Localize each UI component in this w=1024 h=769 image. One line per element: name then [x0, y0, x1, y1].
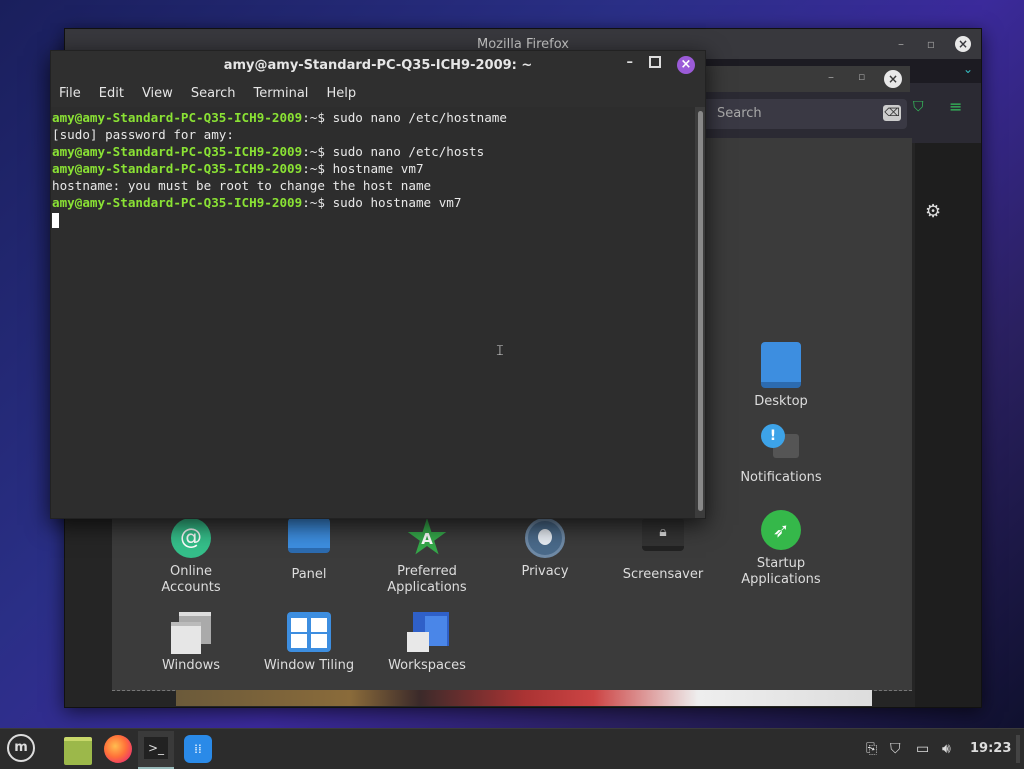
search-placeholder: Search [717, 106, 762, 121]
settings-tile-windows[interactable]: Windows [136, 612, 246, 674]
tile-label: Privacy [521, 564, 569, 579]
tile-label: Screensaver [622, 567, 704, 582]
terminal-menubar: File Edit View Search Terminal Help [51, 79, 705, 107]
terminal-launcher[interactable]: >_ [138, 731, 174, 769]
terminal-line: amy@amy-Standard-PC-Q35-ICH9-2009:~$ sud… [52, 195, 462, 210]
window-tiling-icon [287, 612, 331, 652]
text-cursor [52, 213, 59, 228]
mint-logo-icon: m [7, 734, 35, 762]
notifications-icon: ! [761, 424, 801, 464]
tile-label: Window Tiling [263, 658, 355, 673]
terminal-line: amy@amy-Standard-PC-Q35-ICH9-2009:~$ sud… [52, 110, 507, 125]
files-launcher[interactable] [60, 731, 96, 767]
menu-file[interactable]: File [59, 86, 81, 101]
settings-tile-window-tiling[interactable]: Window Tiling [254, 612, 364, 674]
taskbar: m >_ ⁞⁞ ⎘ ⛉ ▭ 🔊︎ 19:23 [0, 728, 1024, 769]
terminal-output[interactable]: amy@amy-Standard-PC-Q35-ICH9-2009:~$ sud… [51, 107, 695, 518]
firefox-sidebar: ⚙ [915, 143, 981, 707]
shield-icon[interactable]: ⛉ [913, 99, 924, 115]
search-input[interactable]: ⌕ Search ⌫ [695, 99, 907, 129]
show-desktop-button[interactable] [1016, 735, 1020, 763]
online-accounts-icon: @ [171, 518, 211, 558]
workspaces-icon [407, 612, 449, 652]
minimize-icon[interactable]: – [893, 36, 909, 52]
terminal-title: amy@amy-Standard-PC-Q35-ICH9-2009: ~ [223, 57, 533, 73]
privacy-icon [525, 518, 565, 558]
tile-label: Desktop [754, 394, 808, 409]
settings-launcher[interactable]: ⁞⁞ [180, 731, 216, 767]
close-icon[interactable]: × [677, 56, 695, 74]
mint-menu-button[interactable]: m [4, 731, 40, 767]
wallpaper-strip [176, 690, 872, 706]
tile-label: Workspaces [388, 658, 466, 673]
clear-icon[interactable]: ⌫ [883, 105, 901, 121]
settings-tile-desktop[interactable]: Desktop [726, 342, 836, 410]
network-icon[interactable]: ▭ [916, 741, 929, 757]
minimize-icon[interactable]: – [828, 70, 834, 84]
tile-label: Panel [291, 567, 327, 582]
menu-view[interactable]: View [142, 86, 173, 101]
update-icon[interactable]: ⎘ [866, 741, 877, 757]
settings-tile-online-accounts[interactable]: @ Online Accounts [136, 518, 246, 596]
firefox-launcher[interactable] [100, 731, 136, 767]
settings-tile-workspaces[interactable]: Workspaces [372, 612, 482, 674]
volume-icon[interactable]: 🔊︎ [942, 741, 951, 757]
panel-icon [288, 518, 330, 553]
settings-tile-privacy[interactable]: Privacy [490, 518, 600, 580]
terminal-line: [sudo] password for amy: [52, 127, 234, 142]
settings-titlebar: – ▫ × [704, 66, 910, 92]
rocket-icon: ➶ [761, 510, 801, 550]
screensaver-icon: 🔒︎ [642, 518, 684, 551]
settings-tile-screensaver[interactable]: 🔒︎ Screensaver [608, 518, 718, 583]
clock[interactable]: 19:23 [970, 741, 1011, 756]
settings-tile-preferred-applications[interactable]: A Preferred Applications [372, 518, 482, 596]
close-icon[interactable]: × [884, 70, 902, 88]
menu-search[interactable]: Search [191, 86, 236, 101]
maximize-icon[interactable] [649, 56, 661, 68]
terminal-icon: >_ [144, 737, 168, 759]
menu-icon[interactable]: ≡ [949, 97, 962, 116]
terminal-scrollbar[interactable] [698, 111, 703, 511]
tile-label: Startup Applications [741, 556, 821, 587]
menu-edit[interactable]: Edit [99, 86, 124, 101]
system-settings-icon: ⁞⁞ [184, 735, 212, 763]
terminal-titlebar[interactable]: amy@amy-Standard-PC-Q35-ICH9-2009: ~ – × [51, 51, 705, 79]
maximize-icon[interactable]: ▫ [858, 70, 865, 83]
maximize-icon[interactable]: ▫ [923, 36, 939, 52]
terminal-line: amy@amy-Standard-PC-Q35-ICH9-2009:~$ hos… [52, 161, 424, 176]
terminal-line: amy@amy-Standard-PC-Q35-ICH9-2009:~$ sud… [52, 144, 485, 159]
desktop-icon [761, 342, 801, 388]
tile-label: Online Accounts [161, 564, 221, 595]
firefox-icon [104, 735, 132, 763]
settings-tile-panel[interactable]: Panel [254, 518, 364, 583]
terminal-line: hostname: you must be root to change the… [52, 178, 432, 193]
windows-icon [171, 612, 211, 654]
shield-icon[interactable]: ⛉ [890, 741, 901, 757]
gear-icon[interactable]: ⚙ [925, 201, 941, 222]
close-icon[interactable]: × [955, 36, 971, 52]
chevron-down-icon[interactable]: ⌄ [963, 62, 973, 76]
tile-label: Preferred Applications [387, 564, 467, 595]
preferred-apps-icon: A [407, 518, 447, 555]
tile-label: Notifications [740, 470, 822, 485]
minimize-icon[interactable]: – [627, 55, 634, 70]
menu-help[interactable]: Help [326, 86, 356, 101]
settings-tile-startup-applications[interactable]: ➶ Startup Applications [726, 510, 836, 588]
settings-tile-notifications[interactable]: ! Notifications [726, 424, 836, 486]
folder-icon [64, 737, 92, 765]
terminal-cursor-line [52, 211, 695, 228]
terminal-window[interactable]: amy@amy-Standard-PC-Q35-ICH9-2009: ~ – ×… [50, 50, 706, 519]
ibeam-cursor-icon: 𝙸 [495, 343, 505, 359]
tile-label: Windows [161, 658, 221, 673]
menu-terminal[interactable]: Terminal [253, 86, 308, 101]
